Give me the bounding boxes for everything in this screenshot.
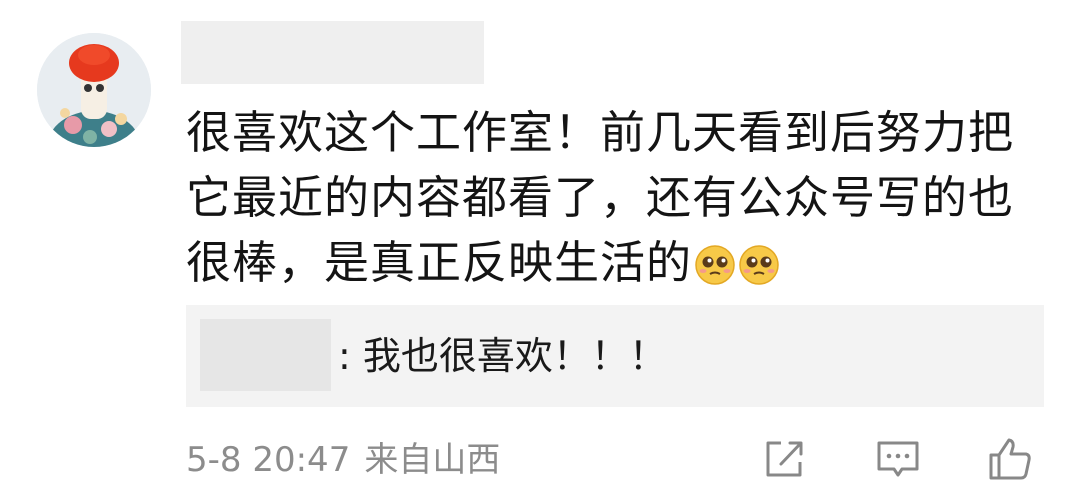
- username-redacted: [181, 21, 484, 84]
- share-edit-icon: [766, 441, 803, 477]
- reply-box[interactable]: : 我也很喜欢！！！: [186, 305, 1044, 407]
- comment-button[interactable]: [873, 434, 923, 484]
- forward-button[interactable]: [759, 434, 809, 484]
- comment-meta: 5-8 20:47 来自山西: [186, 438, 500, 482]
- comment-text: 很喜欢这个工作室！前几天看到后努力把它最近的内容都看了，还有公众号写的也很棒，是…: [186, 106, 1015, 289]
- reply-username-redacted: [200, 319, 331, 391]
- location: 来自山西: [364, 440, 501, 480]
- avatar[interactable]: [37, 33, 151, 147]
- pleading-face-icon: [694, 238, 736, 285]
- timestamp: 5-8 20:47: [186, 440, 351, 480]
- comment-icon: [877, 441, 919, 477]
- like-button[interactable]: [985, 434, 1035, 484]
- pleading-face-icon: [738, 238, 780, 285]
- reply-text: : 我也很喜欢！！！: [338, 334, 667, 378]
- comment-body: 很喜欢这个工作室！前几天看到后努力把它最近的内容都看了，还有公众号写的也很棒，是…: [186, 100, 1056, 295]
- thumbs-up-icon: [989, 438, 1031, 480]
- avatar-image: [37, 33, 151, 147]
